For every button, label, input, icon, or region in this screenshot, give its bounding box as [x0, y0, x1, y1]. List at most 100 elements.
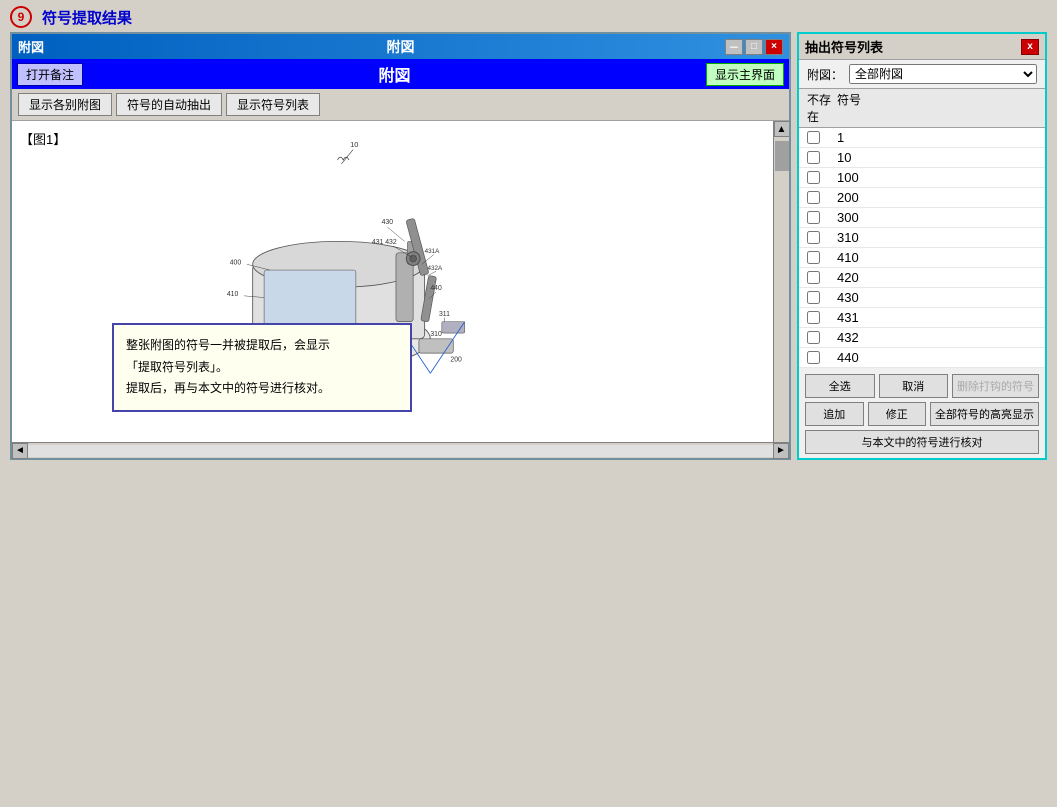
- fuzu-window-center-title: 附図: [387, 37, 415, 57]
- open-notes-button[interactable]: 打开备注: [17, 63, 83, 86]
- maximize-button[interactable]: □: [745, 39, 763, 55]
- list-item: 1: [799, 128, 1045, 148]
- list-item: 432: [799, 328, 1045, 348]
- vertical-scrollbar[interactable]: ▲: [773, 121, 789, 442]
- check-cell[interactable]: [807, 311, 837, 324]
- delete-checked-button[interactable]: 删除打钩的符号: [952, 374, 1039, 398]
- check-cell[interactable]: [807, 231, 837, 244]
- check-cell[interactable]: [807, 131, 837, 144]
- show-each-fig-button[interactable]: 显示各别附图: [18, 93, 112, 116]
- list-item: 410: [799, 248, 1045, 268]
- show-main-view-button[interactable]: 显示主界面: [706, 63, 784, 86]
- minimize-button[interactable]: －: [725, 39, 743, 55]
- scroll-thumb[interactable]: [775, 141, 789, 171]
- highlight-all-button[interactable]: 全部符号的高亮显示: [930, 402, 1039, 426]
- svg-text:431 432: 431 432: [372, 239, 397, 246]
- symbol-checkbox[interactable]: [807, 191, 820, 204]
- symbol-bottom-actions: 全选 取消 删除打钩的符号 追加 修正 全部符号的高亮显示 与本文中的符号进行核…: [799, 368, 1045, 458]
- scroll-up-arrow[interactable]: ▲: [774, 121, 790, 137]
- window-controls: － □ ×: [725, 39, 783, 55]
- verify-button[interactable]: 与本文中的符号进行核对: [805, 430, 1039, 454]
- close-button[interactable]: ×: [765, 39, 783, 55]
- symbol-checkbox[interactable]: [807, 311, 820, 324]
- filter-label: 附図：: [807, 66, 843, 83]
- fuzu-titlebar: 附図 附図 － □ ×: [12, 34, 789, 59]
- scroll-left-arrow[interactable]: ◄: [12, 443, 28, 459]
- symbol-value: 420: [837, 270, 1037, 285]
- symbol-value: 10: [837, 150, 1037, 165]
- check-cell[interactable]: [807, 191, 837, 204]
- symbol-panel-close-button[interactable]: x: [1021, 39, 1039, 55]
- svg-text:432A: 432A: [427, 265, 443, 272]
- symbol-checkbox[interactable]: [807, 131, 820, 144]
- callout-line-1: 整张附图的符号一并被提取后，会显示: [126, 335, 398, 357]
- list-item: 200: [799, 188, 1045, 208]
- add-button[interactable]: 追加: [805, 402, 864, 426]
- check-cell[interactable]: [807, 251, 837, 264]
- list-item: 300: [799, 208, 1045, 228]
- check-cell[interactable]: [807, 351, 837, 364]
- svg-text:431A: 431A: [425, 248, 441, 255]
- annotation-title: 符号提取结果: [42, 7, 132, 28]
- diagram-area: 【图1】 10: [12, 121, 789, 442]
- modify-button[interactable]: 修正: [868, 402, 927, 426]
- check-cell[interactable]: [807, 211, 837, 224]
- cancel-button[interactable]: 取消: [879, 374, 949, 398]
- svg-text:400: 400: [230, 259, 242, 266]
- scroll-right-arrow[interactable]: ►: [773, 443, 789, 459]
- symbol-value: 1: [837, 130, 1037, 145]
- svg-text:200: 200: [450, 357, 462, 364]
- svg-text:440: 440: [430, 285, 442, 292]
- fuzu-window-title: 附図: [18, 37, 44, 56]
- check-cell[interactable]: [807, 171, 837, 184]
- symbol-value: 200: [837, 190, 1037, 205]
- symbol-value: 432: [837, 330, 1037, 345]
- main-toolbar-title: 附図: [91, 62, 698, 86]
- symbol-panel-title: 抽出符号列表: [805, 37, 883, 56]
- symbol-table-header: 不存在 符号: [799, 88, 1045, 128]
- list-item: 10: [799, 148, 1045, 168]
- symbol-checkbox[interactable]: [807, 171, 820, 184]
- check-cell[interactable]: [807, 331, 837, 344]
- select-all-button[interactable]: 全选: [805, 374, 875, 398]
- scroll-track-h: [28, 445, 773, 457]
- symbol-checkbox[interactable]: [807, 231, 820, 244]
- symbol-panel: 抽出符号列表 x 附図： 全部附図 図1 図2 不存在 符号 1 10: [797, 32, 1047, 460]
- horizontal-scrollbar[interactable]: ◄ ►: [12, 442, 789, 458]
- sub-toolbar: 显示各别附图 符号的自动抽出 显示符号列表: [12, 89, 789, 121]
- symbol-checkbox[interactable]: [807, 291, 820, 304]
- auto-extract-button[interactable]: 符号的自动抽出: [116, 93, 222, 116]
- step-number: 9: [10, 6, 32, 28]
- button-row-2: 追加 修正 全部符号的高亮显示: [805, 402, 1039, 426]
- callout-line-3: 提取后，再与本文中的符号进行核对。: [126, 378, 398, 400]
- list-item: 430: [799, 288, 1045, 308]
- button-row-3: 与本文中的符号进行核对: [805, 430, 1039, 454]
- list-item: 100: [799, 168, 1045, 188]
- symbol-value: 300: [837, 210, 1037, 225]
- symbol-panel-titlebar: 抽出符号列表 x: [799, 34, 1045, 60]
- symbol-checkbox[interactable]: [807, 211, 820, 224]
- svg-text:410: 410: [227, 291, 239, 298]
- show-symbol-list-button[interactable]: 显示符号列表: [226, 93, 320, 116]
- list-item: 310: [799, 228, 1045, 248]
- list-item: 440: [799, 348, 1045, 368]
- check-cell[interactable]: [807, 151, 837, 164]
- check-cell[interactable]: [807, 271, 837, 284]
- filter-select[interactable]: 全部附図 図1 図2: [849, 64, 1037, 84]
- top-annotation: 9 符号提取结果: [0, 0, 1057, 32]
- symbol-checkbox[interactable]: [807, 151, 820, 164]
- list-item: 420: [799, 268, 1045, 288]
- symbol-checkbox[interactable]: [807, 331, 820, 344]
- check-cell[interactable]: [807, 291, 837, 304]
- svg-text:430: 430: [382, 219, 394, 226]
- svg-text:311: 311: [439, 311, 450, 318]
- fuzu-window: 附図 附図 － □ × 打开备注 附図 显示主界面 显示各别附图 符号的自动抽出…: [10, 32, 791, 460]
- main-layout: 附図 附図 － □ × 打开备注 附図 显示主界面 显示各别附图 符号的自动抽出…: [0, 32, 1057, 470]
- callout-line-2: 「提取符号列表」。: [126, 357, 398, 379]
- diagram-content: 【图1】 10: [12, 121, 773, 442]
- button-row-1: 全选 取消 删除打钩的符号: [805, 374, 1039, 398]
- callout-box: 整张附图的符号一并被提取后，会显示 「提取符号列表」。 提取后，再与本文中的符号…: [112, 323, 412, 412]
- symbol-checkbox[interactable]: [807, 251, 820, 264]
- symbol-checkbox[interactable]: [807, 271, 820, 284]
- symbol-checkbox[interactable]: [807, 351, 820, 364]
